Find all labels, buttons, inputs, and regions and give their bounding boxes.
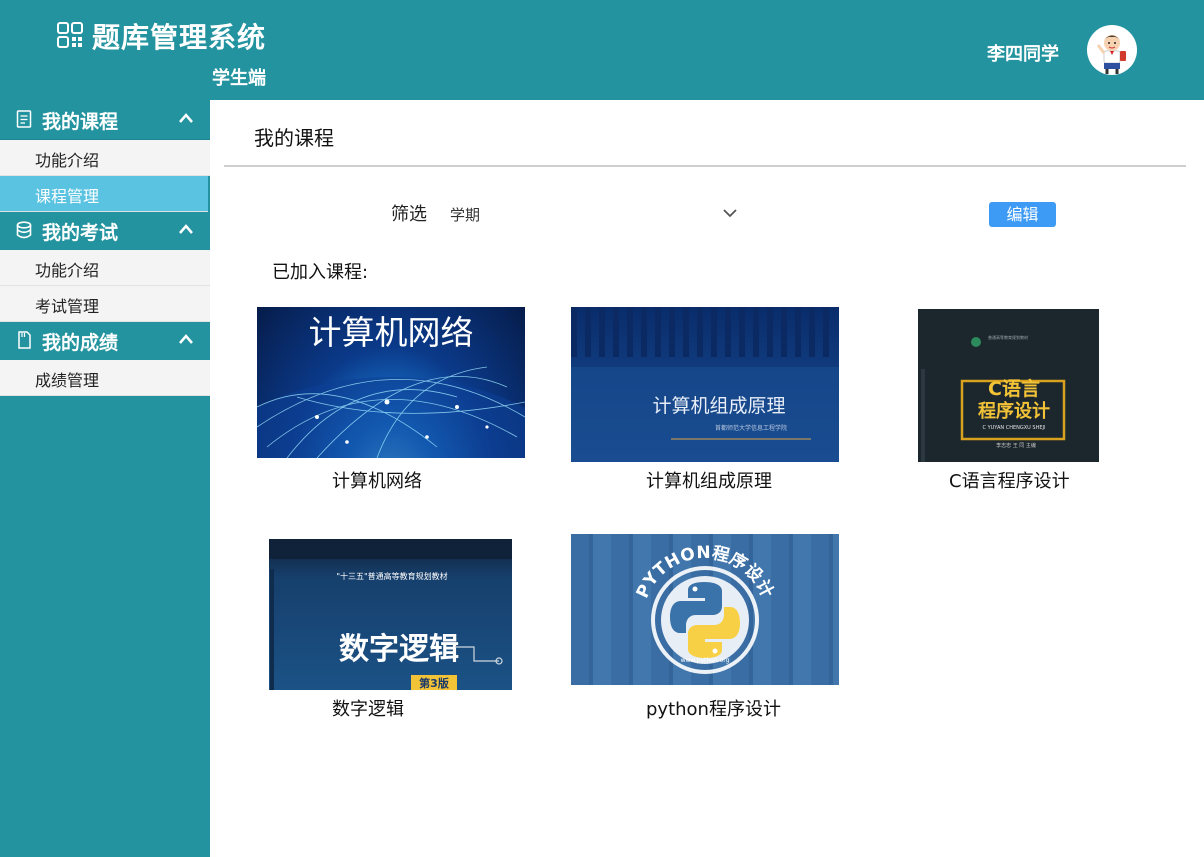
student-avatar-icon [1096,35,1126,74]
cover-title-line2: 程序设计 [978,400,1050,422]
semester-select-value: 学期 [450,206,481,224]
organization-cover-image: 计算机组成原理 首都师范大学信息工程学院 [571,307,839,462]
sidebar-item-label: 功能介绍 [35,261,100,280]
sidebar-item-exam-management[interactable]: 考试管理 [0,286,210,322]
cover-title-text: 计算机组成原理 [652,395,785,417]
divider [224,165,1186,167]
sidebar-item-course-management[interactable]: 课程管理 [0,176,208,212]
cover-title-text: 数字逻辑 [339,632,459,667]
cover-title-line1: C语言 [988,377,1040,400]
c-language-cover-image: 普通高等教育规划教材 C语言 程序设计 C YUYAN CHENGXU SHEJ… [918,309,1099,462]
course-name[interactable]: C语言程序设计 [949,467,1070,493]
cover-subtitle-text: 首都师范大学信息工程学院 [715,424,787,432]
sidebar-item-label: 成绩管理 [35,371,100,390]
network-globe-image: 计算机网络 [257,313,525,458]
course-card[interactable]: PYTHON程序设计 www.python.org python程序设计 [571,534,839,724]
app-header: 题库管理系统 学生端 李四同学 [0,0,1204,101]
course-cover[interactable]: "十三五"普通高等教育规划教材 数字逻辑 第3版 [269,539,512,690]
edit-button[interactable]: 编辑 [989,202,1056,227]
qr-code-icon [57,22,83,48]
sidebar-item-course-intro[interactable]: 功能介绍 [0,140,210,176]
cover-series-text: 普通高等教育规划教材 [988,334,1028,340]
sidebar-group-grades[interactable]: 我的成绩 [0,321,210,361]
main-content: 我的课程 筛选 学期 编辑 已加入课程: 计算机网络 计算机网络 计算机组成原理… [210,100,1204,857]
course-card[interactable]: "十三五"普通高等教育规划教材 数字逻辑 第3版 数字逻辑 [268,537,518,727]
filter-label: 筛选 [391,204,427,225]
joined-courses-label: 已加入课程: [272,262,369,283]
course-card[interactable]: 计算机网络 计算机网络 [257,307,525,497]
sidebar-group-label: 我的课程 [42,111,119,133]
database-icon [16,221,32,239]
course-name[interactable]: 计算机网络 [332,467,422,493]
cover-edition-text: 第3版 [419,676,449,690]
digital-logic-cover-image: "十三五"普通高等教育规划教材 数字逻辑 第3版 [269,539,512,690]
cover-subtitle-text: C YUYAN CHENGXU SHEJI [983,425,1046,431]
course-name[interactable]: 计算机组成原理 [646,467,772,493]
course-cover[interactable]: 计算机网络 [257,307,525,458]
course-name[interactable]: 数字逻辑 [332,695,404,721]
sidebar-item-exam-intro[interactable]: 功能介绍 [0,250,210,286]
course-cover[interactable]: PYTHON程序设计 www.python.org [571,534,839,685]
python-cover-image: PYTHON程序设计 www.python.org [633,543,778,674]
file-icon [18,331,31,349]
sidebar-item-label: 功能介绍 [35,151,100,170]
sidebar-group-courses[interactable]: 我的课程 [0,100,210,140]
course-cover[interactable]: 计算机组成原理 首都师范大学信息工程学院 [571,307,839,462]
page-title: 我的课程 [254,126,334,150]
app-title: 题库管理系统 [92,21,267,54]
course-name[interactable]: python程序设计 [646,695,781,721]
chevron-up-icon [179,334,193,344]
sidebar-group-label: 我的成绩 [42,332,119,354]
chevron-up-icon [179,224,193,234]
sidebar: 我的课程 功能介绍 课程管理 我的考试 功能介绍 考试管理 我的成绩 成绩管理 [0,100,210,857]
sidebar-item-grade-management[interactable]: 成绩管理 [0,360,210,396]
document-icon [16,110,32,128]
app-subtitle: 学生端 [212,68,266,89]
cover-author-text: 李志忠 王 同 主编 [996,442,1036,449]
course-card[interactable]: 计算机组成原理 首都师范大学信息工程学院 计算机组成原理 [571,307,839,497]
semester-select[interactable]: 学期 [442,198,742,228]
course-card[interactable]: 普通高等教育规划教材 C语言 程序设计 C YUYAN CHENGXU SHEJ… [910,307,1110,497]
cover-url-text: www.python.org [681,657,730,664]
sidebar-item-label: 考试管理 [35,297,100,316]
cover-series-text: "十三五"普通高等教育规划教材 [336,571,447,581]
sidebar-item-label: 课程管理 [35,187,100,206]
avatar[interactable] [1087,25,1137,75]
sidebar-group-exams[interactable]: 我的考试 [0,211,210,251]
course-cover[interactable]: 普通高等教育规划教材 C语言 程序设计 C YUYAN CHENGXU SHEJ… [918,309,1099,462]
username[interactable]: 李四同学 [987,40,1059,66]
chevron-up-icon [179,113,193,123]
sidebar-group-label: 我的考试 [42,222,119,244]
chevron-down-icon [723,209,737,218]
cover-title-text: 计算机网络 [309,313,474,352]
